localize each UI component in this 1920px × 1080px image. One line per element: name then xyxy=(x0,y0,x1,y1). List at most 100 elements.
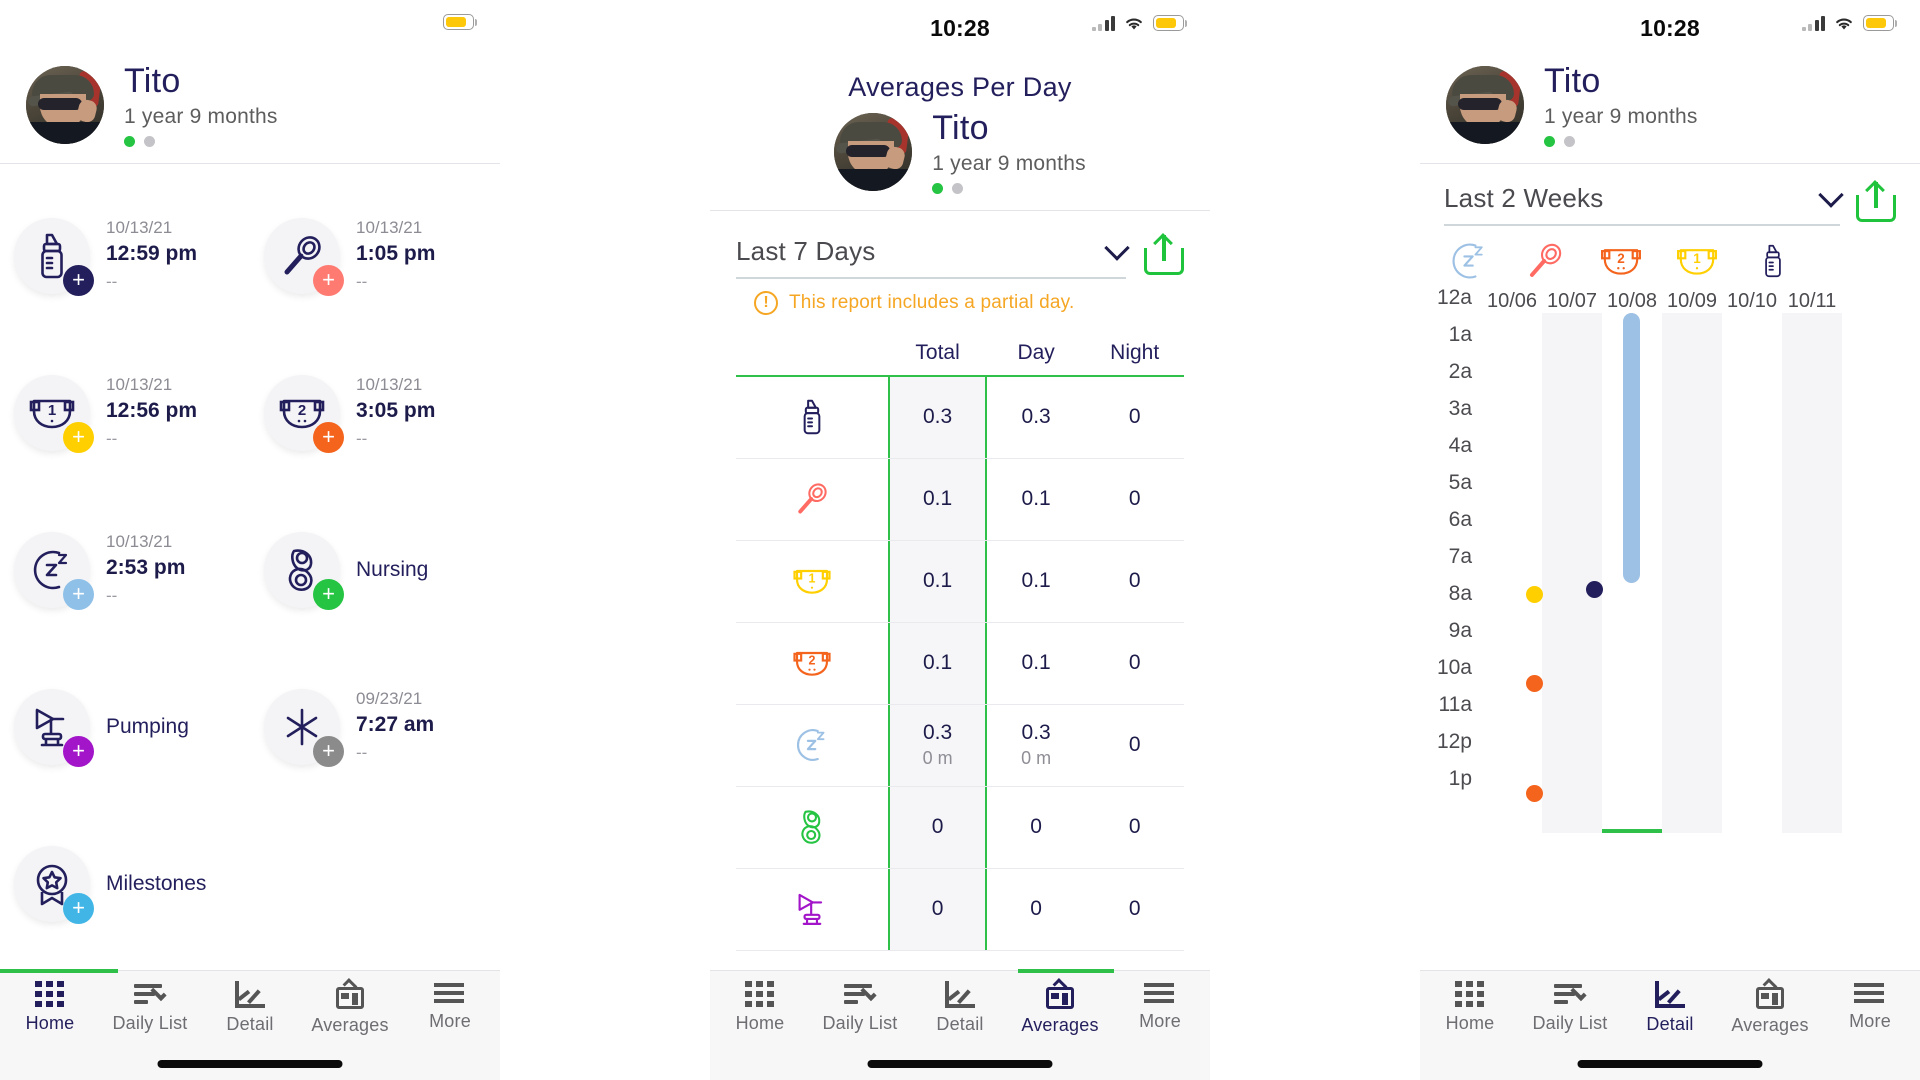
chart-point-bottle[interactable] xyxy=(1586,580,1603,598)
range-row-detail: Last 2 Weeks xyxy=(1420,164,1920,226)
detail-chart: 10/06 10/07 10/08 10/09 10/10 10/11 12a … xyxy=(1420,286,1920,833)
quick-action-bottle[interactable]: + 10/13/21 12:59 pm -- xyxy=(0,178,250,335)
cell-total: 0.1 xyxy=(922,487,953,511)
tab-detail[interactable]: Detail xyxy=(200,981,300,1035)
avatar[interactable] xyxy=(834,113,913,192)
quick-action-row: + Pumping + 09/23/21 7:27 am -- xyxy=(0,649,500,806)
x-tick: 10/06 xyxy=(1486,289,1538,312)
avatar[interactable] xyxy=(1446,66,1524,145)
tab-bar-averages: Home Daily List Detail Averages More xyxy=(710,969,1210,1080)
table-row[interactable]: 2 0.1 0.1 0 xyxy=(736,622,1184,705)
avatar[interactable] xyxy=(26,66,104,145)
chart-point-diaper-2[interactable] xyxy=(1526,784,1543,802)
legend-diaper-1-icon[interactable]: 1 xyxy=(1674,238,1720,284)
tab-label: Detail xyxy=(936,1014,984,1034)
quick-action-spoon[interactable]: + 10/13/21 1:05 pm -- xyxy=(250,178,500,335)
chart-bar-sleep[interactable] xyxy=(1623,312,1640,583)
add-badge[interactable]: + xyxy=(63,736,94,768)
table-row[interactable]: 0.1 0.1 0 xyxy=(736,458,1184,541)
cell-night: 0 xyxy=(1128,897,1141,921)
profile-header-home[interactable]: Tito 1 year 9 months xyxy=(0,56,500,147)
date-range-select[interactable]: Last 2 Weeks xyxy=(1444,182,1844,226)
y-tick: 4a xyxy=(1448,433,1472,457)
table-body: 0.3 0.3 0 0.1 0.1 0 1 0.1 0.1 0 2 0.1 0.… xyxy=(736,374,1184,951)
share-button[interactable] xyxy=(1856,179,1896,222)
tab-detail[interactable]: Detail xyxy=(1620,981,1720,1035)
quick-action-diaper-2[interactable]: 2 + 10/13/21 3:05 pm -- xyxy=(250,335,500,492)
tab-averages[interactable]: Averages xyxy=(1720,978,1820,1036)
tab-averages[interactable]: Averages xyxy=(1010,978,1110,1036)
svg-text:2: 2 xyxy=(1617,250,1625,265)
tab-more[interactable]: More xyxy=(1110,981,1210,1032)
cell-day: 0 xyxy=(1030,897,1042,921)
child-pager-dots[interactable] xyxy=(124,135,278,147)
legend-spoon-icon[interactable] xyxy=(1522,238,1568,284)
quick-action-other[interactable]: + 09/23/21 7:27 am -- xyxy=(250,649,500,806)
share-button[interactable] xyxy=(1144,232,1184,275)
row-icon-bottle xyxy=(736,377,888,458)
child-pager-dots[interactable] xyxy=(932,182,1086,194)
tab-label: More xyxy=(429,1011,471,1031)
legend-bottle-icon[interactable] xyxy=(1750,238,1796,284)
chart-point-diaper-2[interactable] xyxy=(1526,674,1543,692)
quick-action-empty xyxy=(250,806,500,963)
tab-bar-detail: Home Daily List Detail Averages More xyxy=(1420,970,1920,1080)
x-tick: 10/10 xyxy=(1726,289,1778,312)
tab-home[interactable]: Home xyxy=(710,981,810,1034)
add-badge[interactable]: + xyxy=(63,893,94,925)
add-badge[interactable]: + xyxy=(313,579,344,611)
status-time: 10:28 xyxy=(930,14,990,41)
add-badge[interactable]: + xyxy=(313,736,344,768)
entry-date: 10/13/21 xyxy=(106,531,173,551)
row-icon-spoon xyxy=(736,459,888,540)
chart-plot-area[interactable] xyxy=(1482,312,1920,833)
table-row[interactable]: 0.3 0.3 0 xyxy=(736,376,1184,459)
tab-averages[interactable]: Averages xyxy=(300,978,400,1036)
add-badge[interactable]: + xyxy=(313,422,344,454)
col-header-total: Total xyxy=(915,340,960,364)
entry-sub: -- xyxy=(356,429,368,449)
child-pager-dots[interactable] xyxy=(1544,135,1698,147)
quick-action-sleep[interactable]: + 10/13/21 2:53 pm -- xyxy=(0,492,250,649)
tab-label: More xyxy=(1849,1011,1891,1031)
quick-action-pumping[interactable]: + Pumping xyxy=(0,649,250,806)
add-badge[interactable]: + xyxy=(63,579,94,611)
x-tick: 10/08 xyxy=(1606,289,1658,312)
tab-more[interactable]: More xyxy=(1820,981,1920,1032)
y-tick: 3a xyxy=(1448,396,1472,420)
cell-day: 0.1 xyxy=(1021,569,1051,593)
y-tick: 10a xyxy=(1436,655,1472,679)
tab-label: Averages xyxy=(1731,1015,1809,1035)
tab-daily-list[interactable]: Daily List xyxy=(810,981,910,1034)
add-badge[interactable]: + xyxy=(313,265,344,297)
quick-action-nursing[interactable]: + Nursing xyxy=(250,492,500,649)
table-row[interactable]: 1 0.1 0.1 0 xyxy=(736,540,1184,623)
svg-text:2: 2 xyxy=(809,654,816,668)
daily-list-icon xyxy=(844,981,877,1007)
add-badge[interactable]: + xyxy=(63,265,94,297)
table-row[interactable]: 0.3 0 m 0.3 0 m 0 xyxy=(736,704,1184,787)
cell-total-sub: 0 m xyxy=(922,748,953,769)
chart-point-diaper-1[interactable] xyxy=(1526,585,1543,603)
profile-header-averages[interactable]: Tito 1 year 9 months xyxy=(710,103,1210,194)
detail-chart-icon xyxy=(234,981,266,1008)
quick-action-milestones[interactable]: + Milestones xyxy=(0,806,250,963)
legend-sleep-icon[interactable] xyxy=(1446,238,1492,284)
tab-daily-list[interactable]: Daily List xyxy=(100,981,200,1034)
add-badge[interactable]: + xyxy=(63,422,94,454)
date-range-select[interactable]: Last 7 Days xyxy=(736,235,1130,279)
daily-list-icon xyxy=(1554,981,1587,1007)
quick-action-diaper-1[interactable]: 1 + 10/13/21 12:56 pm -- xyxy=(0,335,250,492)
legend-diaper-2-icon[interactable]: 2 xyxy=(1598,238,1644,284)
table-row[interactable]: 0 0 0 xyxy=(736,786,1184,869)
chevron-down-icon xyxy=(1104,235,1130,261)
tab-daily-list[interactable]: Daily List xyxy=(1520,981,1620,1034)
tab-detail[interactable]: Detail xyxy=(910,981,1010,1035)
profile-header-detail[interactable]: Tito 1 year 9 months xyxy=(1420,56,1920,147)
table-row[interactable]: 0 0 0 xyxy=(736,868,1184,951)
status-bar-detail: 10:28 xyxy=(1420,0,1920,56)
tab-home[interactable]: Home xyxy=(0,981,100,1034)
tab-home[interactable]: Home xyxy=(1420,981,1520,1034)
tab-more[interactable]: More xyxy=(400,981,500,1032)
y-tick: 2a xyxy=(1448,359,1472,383)
